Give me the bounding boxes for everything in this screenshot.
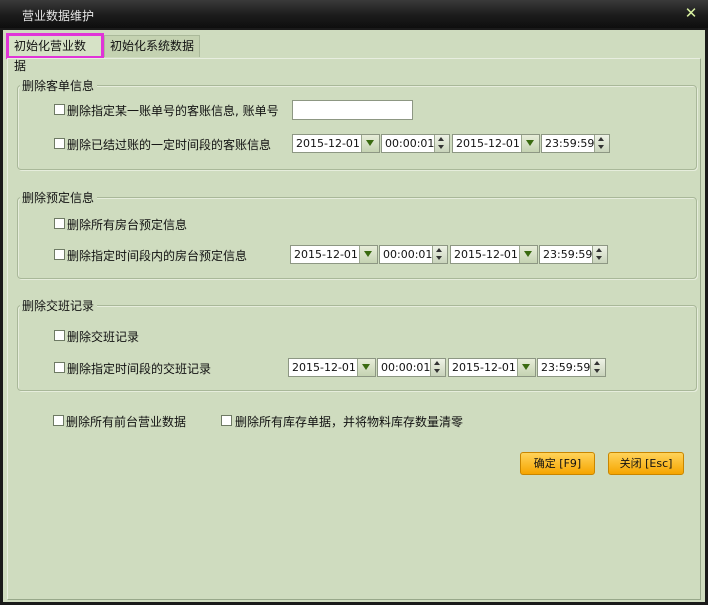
shift-end-date[interactable]: 2015-12-01	[448, 358, 536, 377]
checkbox-delete-shift-records[interactable]	[54, 330, 65, 341]
checkbox-delete-stock-data[interactable]	[221, 415, 232, 426]
booking-end-time[interactable]: 23:59:59	[539, 245, 608, 264]
spinner-icon[interactable]	[432, 246, 447, 263]
checkbox-delete-shift-period[interactable]	[54, 362, 65, 373]
row-delete-stock-data: 删除所有库存单据，并将物料库存数量清零	[208, 411, 508, 431]
tab-init-system-data[interactable]: 初始化系统数据	[104, 35, 200, 57]
guest-start-time[interactable]: 00:00:01	[381, 134, 450, 153]
spinner-icon[interactable]	[594, 135, 609, 152]
chevron-down-icon[interactable]	[519, 246, 537, 263]
booking-end-date[interactable]: 2015-12-01	[450, 245, 538, 264]
booking-start-time-value: 00:00:01	[383, 248, 433, 261]
label-delete-guest-period: 删除已结过账的一定时间段的客账信息	[67, 138, 272, 152]
label-delete-shift-period: 删除指定时间段的交班记录	[67, 362, 212, 376]
label-delete-all-bookings: 删除所有房台预定信息	[67, 218, 188, 232]
account-number-input[interactable]	[292, 100, 413, 120]
shift-start-date[interactable]: 2015-12-01	[288, 358, 376, 377]
group-shift-records: 删除交班记录 删除交班记录 删除指定时间段的交班记录 2015-12-01 00…	[17, 297, 697, 391]
row-delete-guest-period: 删除已结过账的一定时间段的客账信息 2015-12-01 00:00:01 20…	[18, 134, 694, 154]
booking-start-date-value: 2015-12-01	[294, 248, 358, 261]
group-guest-title: 删除客单信息	[20, 77, 98, 94]
shift-start-time[interactable]: 00:00:01	[377, 358, 446, 377]
guest-start-time-value: 00:00:01	[385, 137, 435, 150]
label-delete-by-account: 删除指定某一账单号的客账信息, 账单号	[67, 104, 279, 118]
tab-init-business-data[interactable]: 初始化营业数据	[6, 33, 104, 73]
shift-start-date-value: 2015-12-01	[292, 361, 356, 374]
checkbox-delete-front-data[interactable]	[53, 415, 64, 426]
row-delete-by-account: 删除指定某一账单号的客账信息, 账单号	[18, 100, 694, 120]
title-bar[interactable]: 营业数据维护 ✕	[0, 0, 708, 28]
shift-start-time-value: 00:00:01	[381, 361, 431, 374]
chevron-down-icon[interactable]	[521, 135, 539, 152]
label-delete-booking-period: 删除指定时间段内的房台预定信息	[67, 249, 248, 263]
spinner-icon[interactable]	[590, 359, 605, 376]
dialog-body: 初始化系统数据 初始化营业数据 删除客单信息 删除指定某一账单号的客账信息, 账…	[3, 30, 705, 602]
checkbox-delete-guest-period[interactable]	[54, 138, 65, 149]
confirm-button[interactable]: 确定 [F9]	[520, 452, 595, 475]
guest-start-date[interactable]: 2015-12-01	[292, 134, 380, 153]
checkbox-delete-by-account[interactable]	[54, 104, 65, 115]
row-delete-shift-records: 删除交班记录	[18, 326, 694, 346]
tab-strip: 初始化系统数据 初始化营业数据	[3, 30, 705, 73]
group-guest-info: 删除客单信息 删除指定某一账单号的客账信息, 账单号 删除已结过账的一定时间段的…	[17, 77, 697, 170]
label-delete-front-data: 删除所有前台营业数据	[66, 415, 187, 429]
checkbox-delete-all-bookings[interactable]	[54, 218, 65, 229]
group-booking-title: 删除预定信息	[20, 189, 98, 206]
booking-end-time-value: 23:59:59	[543, 248, 593, 261]
guest-end-date[interactable]: 2015-12-01	[452, 134, 540, 153]
spinner-icon[interactable]	[430, 359, 445, 376]
guest-end-time-value: 23:59:59	[545, 137, 595, 150]
checkbox-delete-booking-period[interactable]	[54, 249, 65, 260]
dialog-window: 营业数据维护 ✕ 初始化系统数据 初始化营业数据 删除客单信息 删除指定某一账单…	[0, 0, 708, 605]
row-delete-shift-period: 删除指定时间段的交班记录 2015-12-01 00:00:01 2015-12…	[18, 358, 694, 378]
chevron-down-icon[interactable]	[357, 359, 375, 376]
spinner-icon[interactable]	[592, 246, 607, 263]
close-button[interactable]: 关闭 [Esc]	[608, 452, 684, 475]
chevron-down-icon[interactable]	[517, 359, 535, 376]
label-delete-shift-records: 删除交班记录	[67, 330, 140, 344]
row-delete-booking-period: 删除指定时间段内的房台预定信息 2015-12-01 00:00:01 2015…	[18, 245, 694, 265]
window-title: 营业数据维护	[22, 9, 95, 23]
chevron-down-icon[interactable]	[359, 246, 377, 263]
booking-start-date[interactable]: 2015-12-01	[290, 245, 378, 264]
chevron-down-icon[interactable]	[361, 135, 379, 152]
booking-end-date-value: 2015-12-01	[454, 248, 518, 261]
guest-end-date-value: 2015-12-01	[456, 137, 520, 150]
shift-end-time[interactable]: 23:59:59	[537, 358, 606, 377]
tab-content: 删除客单信息 删除指定某一账单号的客账信息, 账单号 删除已结过账的一定时间段的…	[7, 58, 701, 600]
group-booking-info: 删除预定信息 删除所有房台预定信息 删除指定时间段内的房台预定信息 2015-1…	[17, 189, 697, 279]
label-delete-stock-data: 删除所有库存单据，并将物料库存数量清零	[235, 415, 464, 429]
booking-start-time[interactable]: 00:00:01	[379, 245, 448, 264]
guest-end-time[interactable]: 23:59:59	[541, 134, 610, 153]
guest-start-date-value: 2015-12-01	[296, 137, 360, 150]
row-delete-front-data: 删除所有前台营业数据	[8, 411, 228, 431]
row-delete-all-bookings: 删除所有房台预定信息	[18, 214, 694, 234]
close-icon[interactable]: ✕	[682, 4, 700, 22]
spinner-icon[interactable]	[434, 135, 449, 152]
group-shift-title: 删除交班记录	[20, 297, 98, 314]
shift-end-time-value: 23:59:59	[541, 361, 591, 374]
shift-end-date-value: 2015-12-01	[452, 361, 516, 374]
